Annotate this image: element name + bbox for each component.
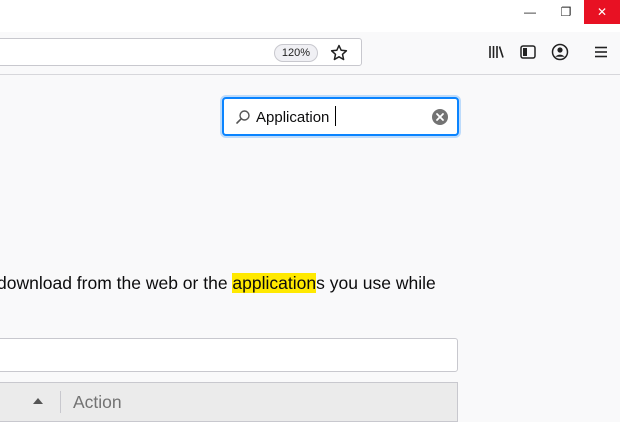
search-box[interactable] — [222, 97, 459, 136]
description-text-before: download from the web or the — [0, 273, 233, 293]
library-icon[interactable] — [486, 42, 506, 62]
column-divider[interactable] — [60, 391, 61, 413]
search-icon — [236, 110, 250, 124]
applications-table-header: Action — [0, 382, 458, 422]
sort-ascending-icon[interactable] — [32, 396, 44, 406]
minimize-button[interactable]: — — [512, 0, 548, 24]
clear-search-icon[interactable] — [431, 108, 449, 126]
account-icon[interactable] — [550, 42, 570, 62]
description-text-after: s you use while — [316, 273, 436, 293]
zoom-level-badge[interactable]: 120% — [274, 44, 318, 62]
close-button[interactable]: ✕ — [584, 0, 620, 24]
url-bar[interactable]: 120% — [0, 38, 362, 66]
menu-icon[interactable] — [591, 42, 611, 62]
search-input[interactable] — [256, 105, 426, 129]
column-header-action[interactable]: Action — [73, 392, 122, 413]
content-type-filter-input[interactable] — [0, 338, 458, 372]
navigation-toolbar: 120% — [0, 32, 620, 75]
search-highlight: application — [232, 273, 317, 293]
text-caret — [335, 106, 336, 126]
restore-button[interactable]: ❐ — [548, 0, 584, 24]
restore-icon: ❐ — [560, 5, 572, 19]
star-icon[interactable] — [329, 43, 349, 63]
applications-description: download from the web or the application… — [0, 273, 620, 297]
sidebar-icon[interactable] — [518, 42, 538, 62]
close-icon: ✕ — [596, 5, 608, 19]
minimize-icon: — — [524, 5, 536, 19]
title-bar: — ❐ ✕ — [0, 0, 620, 32]
